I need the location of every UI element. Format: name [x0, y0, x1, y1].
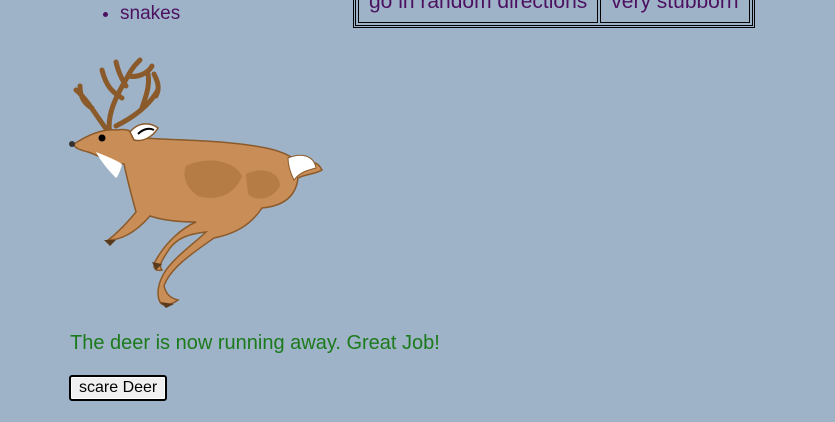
- table-cell: very stubborn: [600, 0, 750, 23]
- fears-list: spiders snakes: [80, 0, 181, 26]
- list-item: snakes: [120, 2, 181, 26]
- deer-illustration: [69, 57, 323, 308]
- scare-deer-button[interactable]: scare Deer: [69, 375, 168, 401]
- behaviour-table: go in random directions very stubborn: [353, 0, 755, 28]
- table-row: go in random directions very stubborn: [358, 0, 750, 23]
- deer-eye: [98, 134, 106, 142]
- page: spiders snakes go in random directions v…: [0, 0, 835, 422]
- deer-hoof: [104, 240, 116, 246]
- deer-body: [73, 128, 323, 306]
- status-message: The deer is now running away. Great Job!: [70, 332, 440, 354]
- deer-nose: [69, 141, 75, 147]
- antlers: [73, 57, 161, 137]
- table-cell: go in random directions: [358, 0, 599, 23]
- running-deer-image: [66, 56, 328, 312]
